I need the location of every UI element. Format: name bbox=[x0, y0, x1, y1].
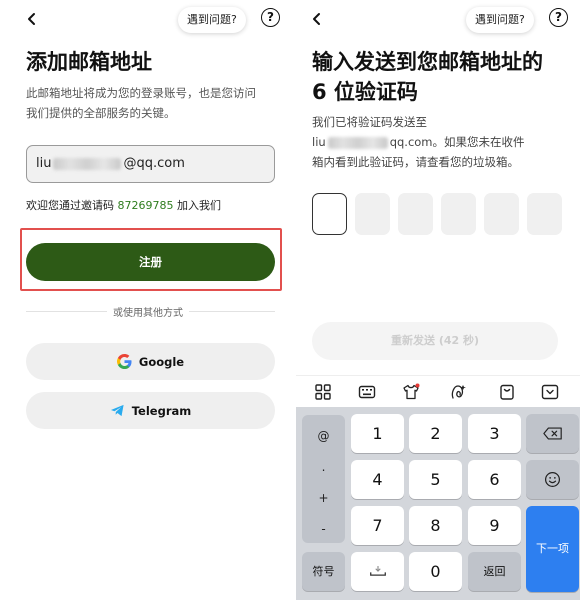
help-question-icon[interactable]: ? bbox=[261, 8, 280, 27]
numeric-keyboard: @ . + - 1 2 3 4 5 6 7 8 9 下一项 符号 0 返回 bbox=[296, 407, 580, 600]
otp-digit-4[interactable] bbox=[441, 193, 476, 235]
keyboard-toolbar bbox=[296, 375, 580, 407]
key-5[interactable]: 5 bbox=[409, 460, 462, 499]
desc-line-2: liu qq.com。如果您未在收件 bbox=[312, 135, 525, 149]
desc-line-1: 我们已将验证码发送至 bbox=[312, 115, 427, 129]
page-description-line-1: 此邮箱地址将成为您的登录账号，也是您访问 bbox=[26, 86, 256, 100]
delete-key[interactable] bbox=[526, 414, 579, 453]
handwriting-icon[interactable] bbox=[448, 382, 468, 402]
desc-line-3: 箱内看到此验证码，请查看您的垃圾箱。 bbox=[312, 155, 519, 169]
otp-digit-1[interactable] bbox=[312, 193, 347, 235]
verify-code-screen: 遇到问题? ? 输入发送到您邮箱地址的 6 位验证码 我们已将验证码发送至 li… bbox=[296, 0, 580, 600]
space-bar-icon bbox=[351, 552, 404, 591]
back-arrow-icon[interactable] bbox=[307, 9, 327, 29]
grid-icon[interactable] bbox=[313, 382, 333, 402]
telegram-label: Telegram bbox=[131, 403, 192, 418]
key-4[interactable]: 4 bbox=[351, 460, 404, 499]
register-button[interactable]: 注册 bbox=[26, 243, 275, 281]
key-1[interactable]: 1 bbox=[351, 414, 404, 453]
otp-digit-6[interactable] bbox=[527, 193, 562, 235]
otp-digit-5[interactable] bbox=[484, 193, 519, 235]
emoji-icon bbox=[526, 460, 579, 499]
telegram-login-button[interactable]: Telegram bbox=[26, 392, 275, 429]
email-suffix: @qq.com bbox=[123, 156, 185, 171]
key-9[interactable]: 9 bbox=[468, 506, 521, 545]
invite-text: 欢迎您通过邀请码 bbox=[26, 199, 114, 212]
key-2[interactable]: 2 bbox=[409, 414, 462, 453]
page-title-line-1: 输入发送到您邮箱地址的 bbox=[312, 50, 543, 74]
otp-digit-3[interactable] bbox=[398, 193, 433, 235]
clipboard-icon[interactable] bbox=[497, 382, 517, 402]
key-8[interactable]: 8 bbox=[409, 506, 462, 545]
key-3[interactable]: 3 bbox=[468, 414, 521, 453]
emoji-key[interactable] bbox=[526, 460, 579, 499]
symbol-key-minus[interactable]: - bbox=[302, 522, 345, 536]
page-description-line-2: 我们提供的全部服务的关键。 bbox=[26, 106, 176, 120]
redacted-email-blur bbox=[53, 157, 122, 170]
symbol-key-at[interactable]: @ bbox=[302, 429, 345, 443]
telegram-icon bbox=[110, 403, 126, 419]
help-question-icon[interactable]: ? bbox=[549, 8, 568, 27]
help-button[interactable]: 遇到问题? bbox=[466, 7, 534, 33]
add-email-screen: 遇到问题? ? 添加邮箱地址 此邮箱地址将成为您的登录账号，也是您访问 我们提供… bbox=[0, 0, 296, 600]
page-title-line-2: 6 位验证码 bbox=[312, 80, 418, 104]
keyboard-icon[interactable] bbox=[357, 382, 377, 402]
divider-label: 或使用其他方式 bbox=[0, 304, 296, 319]
email-prefix: liu bbox=[36, 156, 52, 171]
symbol-key-dot[interactable]: . bbox=[302, 460, 345, 474]
collapse-keyboard-icon[interactable] bbox=[540, 382, 560, 402]
page-title: 添加邮箱地址 bbox=[26, 50, 152, 74]
google-login-button[interactable]: Google bbox=[26, 343, 275, 380]
otp-digit-2[interactable] bbox=[355, 193, 390, 235]
space-key[interactable] bbox=[351, 552, 404, 591]
shirt-icon[interactable] bbox=[401, 382, 421, 402]
google-label: Google bbox=[138, 354, 185, 369]
back-arrow-icon[interactable] bbox=[22, 9, 42, 29]
redacted-email-blur bbox=[327, 136, 388, 149]
invite-suffix: 加入我们 bbox=[177, 199, 221, 212]
symbol-toggle-key[interactable]: 符号 bbox=[302, 552, 345, 591]
email-input[interactable]: liu @qq.com bbox=[26, 145, 275, 183]
resend-code-button: 重新发送 (42 秒) bbox=[312, 322, 558, 360]
invite-code: 87269785 bbox=[117, 199, 174, 212]
backspace-icon bbox=[526, 414, 579, 453]
next-key[interactable]: 下一项 bbox=[526, 506, 579, 592]
symbol-column: @ . + - bbox=[302, 415, 345, 543]
otp-input-row bbox=[312, 193, 562, 235]
key-0[interactable]: 0 bbox=[409, 552, 462, 591]
symbol-key-plus[interactable]: + bbox=[302, 491, 345, 505]
invite-message: 欢迎您通过邀请码 87269785 加入我们 bbox=[26, 197, 221, 213]
help-button[interactable]: 遇到问题? bbox=[178, 7, 246, 33]
key-7[interactable]: 7 bbox=[351, 506, 404, 545]
key-6[interactable]: 6 bbox=[468, 460, 521, 499]
google-icon bbox=[117, 354, 133, 370]
return-key[interactable]: 返回 bbox=[468, 552, 521, 591]
